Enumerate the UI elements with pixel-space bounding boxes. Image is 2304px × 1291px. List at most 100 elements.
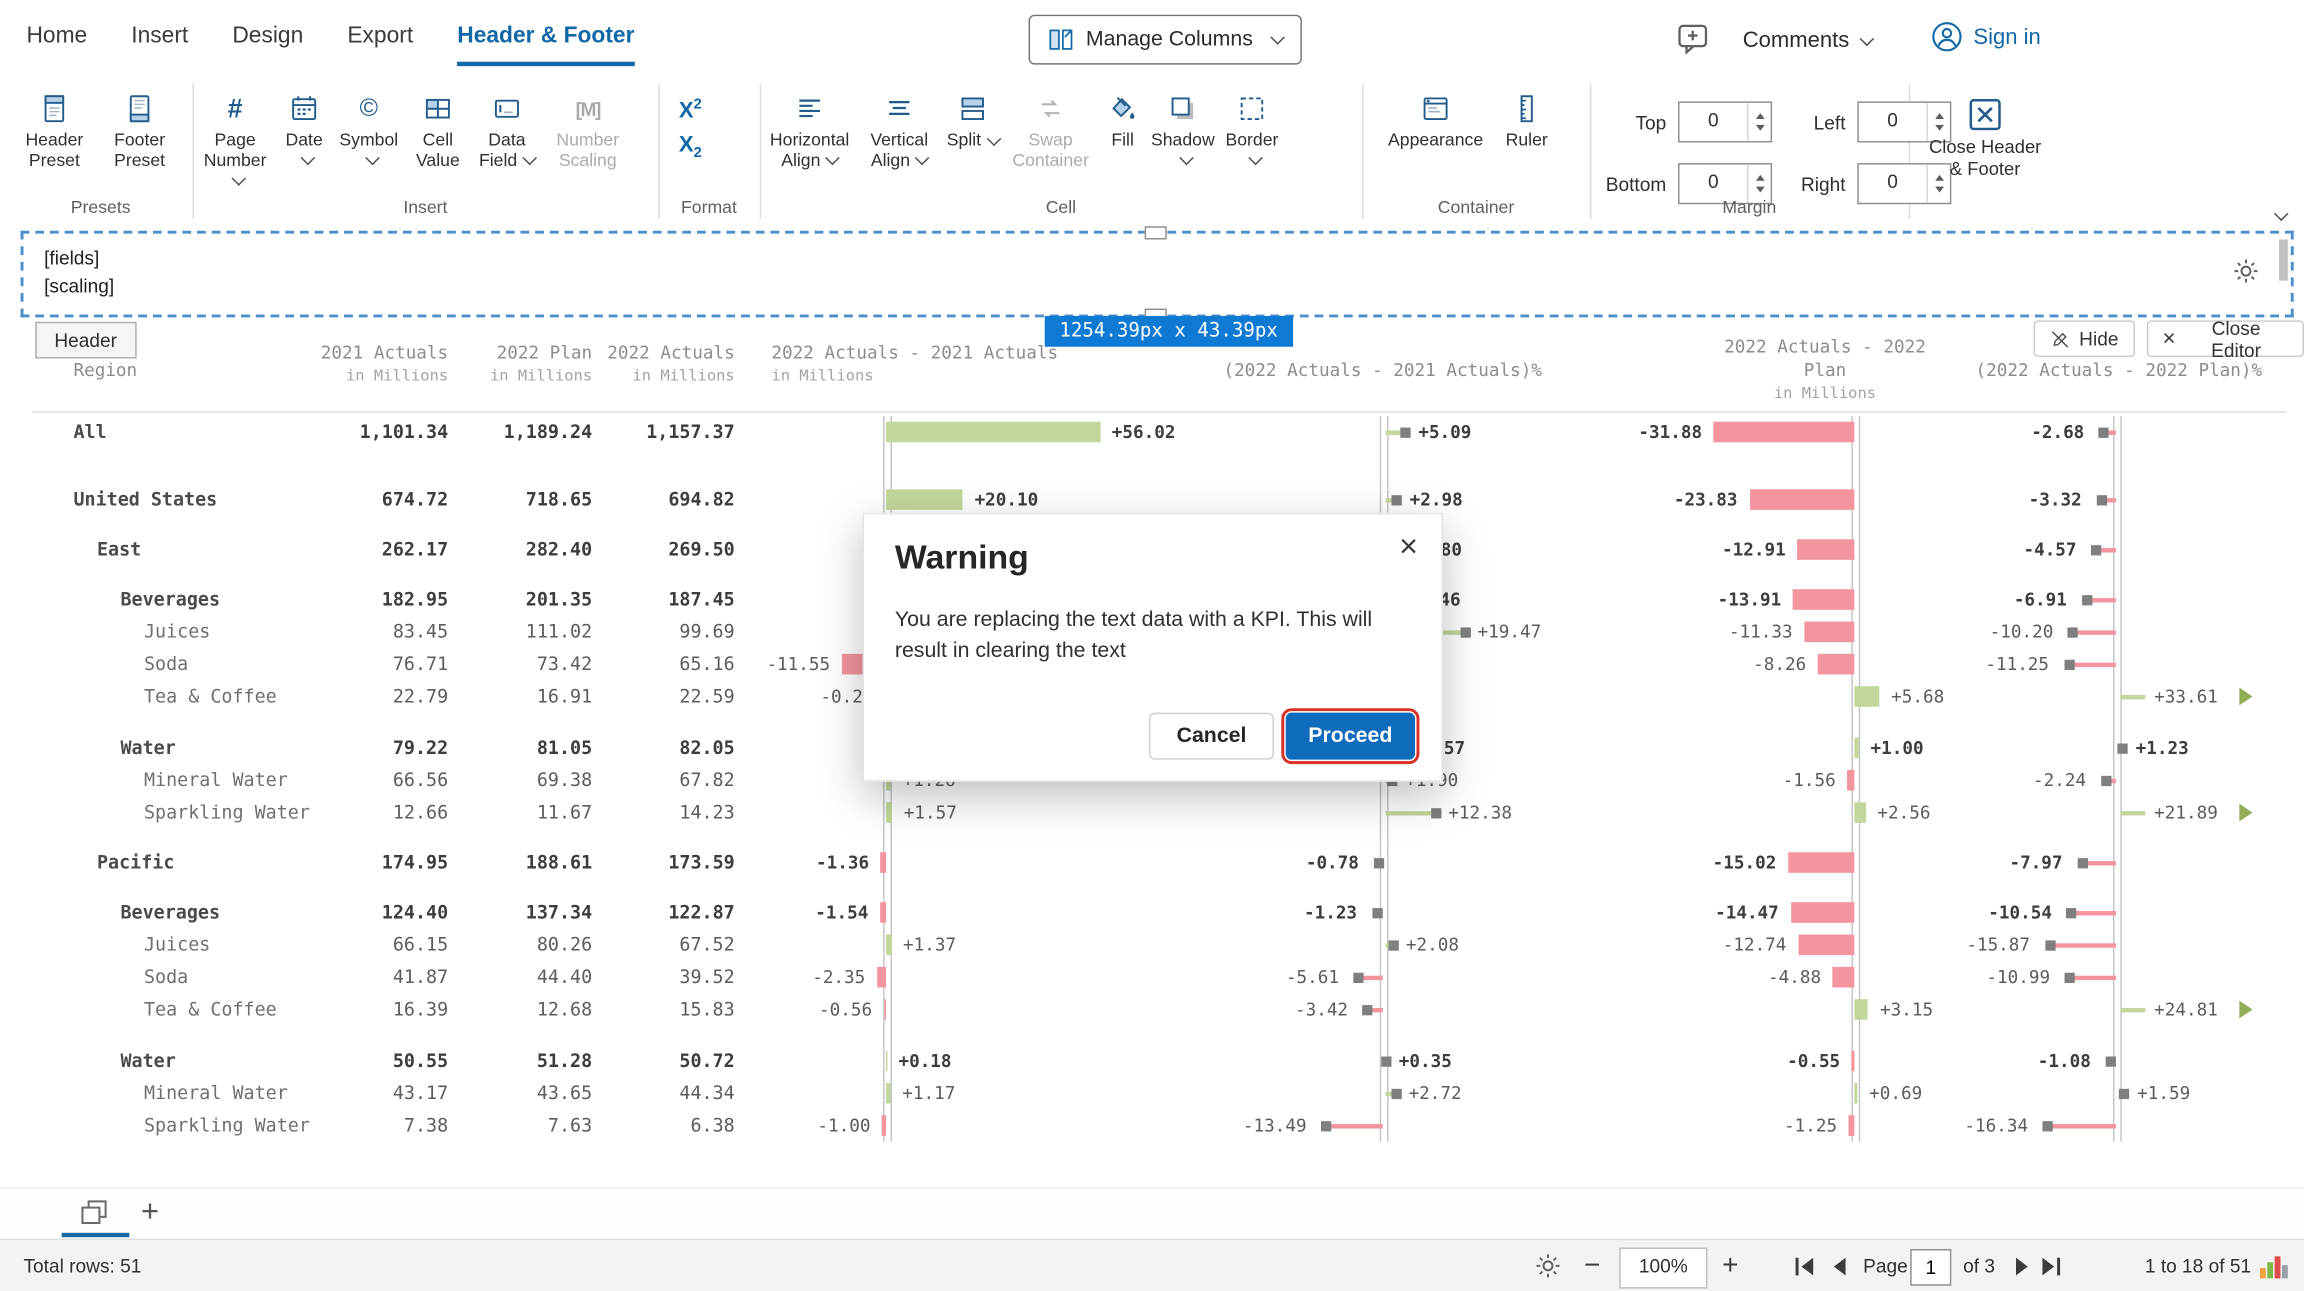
vertical-align-button[interactable]: Vertical Align (857, 84, 942, 171)
pin-value: +1.59 (2137, 1077, 2190, 1109)
chevron-down-icon (826, 151, 841, 166)
swap-container-button[interactable]: Swap Container (1004, 84, 1098, 171)
table-row-beverages[interactable]: Beverages124.40137.34122.87-1.54-1.23-14… (0, 896, 2304, 928)
header-field-fields[interactable]: [fields] (44, 244, 114, 272)
resize-handle-top[interactable] (1145, 226, 1167, 239)
column-header-plan-variance-abs[interactable]: 2022 Actuals - 2022 Planin Millions (1710, 335, 1939, 406)
add-sheet-button[interactable]: + (141, 1198, 159, 1226)
next-page-button[interactable] (2016, 1258, 2028, 1276)
collapse-ribbon-icon[interactable] (2274, 207, 2289, 222)
table-row-sparkling-water[interactable]: Sparkling Water12.6611.6714.23+1.57+12.3… (0, 796, 2304, 828)
footer-preset-button[interactable]: Footer Preset (97, 84, 182, 171)
number-scaling-button[interactable]: [M] Number Scaling (542, 84, 633, 171)
column-header-region[interactable]: Region (73, 359, 137, 383)
close-editor-button[interactable]: × Close Editor (2146, 320, 2304, 357)
ribbon-group-margin: Top 0 Left 0 Bottom 0 Right 0 Margin (1590, 84, 1910, 219)
tab-insert[interactable]: Insert (131, 24, 188, 62)
dialog-close-icon[interactable]: × (1399, 529, 1418, 564)
page-number-button[interactable]: # Page Number (195, 84, 274, 191)
column-header-variance-pct[interactable]: (2022 Actuals - 2021 Actuals)% (1206, 359, 1559, 383)
bar-value: +1.37 (903, 929, 956, 961)
date-button[interactable]: Date (275, 84, 334, 171)
close-icon: × (2163, 328, 2176, 350)
overflow-arrow-icon (2239, 1001, 2252, 1019)
settings-gear-icon[interactable] (1534, 1252, 1562, 1280)
zoom-in-button[interactable]: + (1722, 1252, 1738, 1280)
page-input[interactable] (1910, 1249, 1951, 1286)
cell-value-button[interactable]: Cell Value (404, 84, 472, 171)
pin-marker-icon (1381, 1056, 1391, 1066)
column-header-plan-variance-pct[interactable]: (2022 Actuals - 2022 Plan)% (1954, 359, 2283, 383)
ruler-button[interactable]: Ruler (1494, 84, 1559, 151)
subscript-button[interactable]: X2 (670, 132, 748, 166)
sheet-tab[interactable] (76, 1198, 111, 1229)
variance-bar (881, 852, 886, 873)
table-row-soda[interactable]: Soda41.8744.4039.52-2.35-5.61-4.88-10.99 (0, 961, 2304, 993)
cell-value-icon (423, 87, 452, 131)
vertical-align-icon (885, 87, 914, 131)
variance-bar (1791, 902, 1855, 923)
table-row-pacific[interactable]: Pacific174.95188.61173.59-1.36-0.78-15.0… (0, 846, 2304, 878)
pin-value: +12.38 (1448, 796, 1512, 828)
column-header-2022-actuals[interactable]: 2022 Actualsin Millions (558, 341, 734, 388)
stepper-down-icon[interactable] (1755, 125, 1764, 131)
page-label: Page (1863, 1255, 1908, 1277)
tab-header-footer[interactable]: Header & Footer (457, 24, 634, 67)
fill-button[interactable]: Fill (1098, 84, 1148, 151)
hide-button[interactable]: Hide (2034, 320, 2135, 357)
table-row-juices[interactable]: Juices66.1580.2667.52+1.37+2.08-12.74-15… (0, 929, 2304, 961)
header-settings-gear-icon[interactable] (2232, 257, 2260, 285)
table-row-tea-coffee[interactable]: Tea & Coffee16.3912.6815.83-0.56-3.42+3.… (0, 993, 2304, 1025)
variance-pin (1386, 811, 1437, 815)
bar-value: -4.88 (1689, 961, 1821, 993)
stepper-up-icon[interactable] (1755, 113, 1764, 119)
warning-dialog: Warning × You are replacing the text dat… (863, 513, 1443, 782)
proceed-button[interactable]: Proceed (1286, 713, 1415, 760)
row-label: Mineral Water (144, 1077, 288, 1109)
margin-top-value: 0 (1680, 103, 1748, 141)
table-row-united-states[interactable]: United States674.72718.65694.82+20.10+2.… (0, 483, 2304, 515)
prev-page-button[interactable] (1834, 1258, 1846, 1276)
header-editor-zone[interactable]: [fields] [scaling] (21, 231, 2294, 318)
stepper-down-icon[interactable] (1755, 187, 1764, 193)
header-field-scaling[interactable]: [scaling] (44, 272, 114, 300)
data-field-button[interactable]: Data Field (472, 84, 543, 171)
pin-marker-icon (2106, 1056, 2116, 1066)
tab-export[interactable]: Export (347, 24, 413, 62)
close-header-footer-button[interactable]: Close Header & Footer (1909, 84, 2062, 182)
header-chip[interactable]: Header (35, 322, 136, 359)
zoom-out-button[interactable]: − (1584, 1252, 1600, 1280)
cancel-button[interactable]: Cancel (1149, 713, 1274, 760)
header-preset-button[interactable]: Header Preset (12, 84, 97, 171)
table-row-water[interactable]: Water50.5551.2850.72+0.18+0.35-0.55-1.08 (0, 1045, 2304, 1077)
margin-top-stepper[interactable]: 0 (1678, 101, 1772, 142)
variance-bar (1852, 1051, 1854, 1072)
sign-in-button[interactable]: Sign in (1922, 19, 2050, 54)
superscript-button[interactable]: X2 (670, 93, 748, 124)
chevron-down-icon (232, 171, 247, 186)
symbol-button[interactable]: © Symbol (334, 84, 405, 171)
chevron-down-icon (1248, 151, 1263, 166)
manage-columns-button[interactable]: Manage Columns (1029, 15, 1302, 65)
table-row-mineral-water[interactable]: Mineral Water43.1743.6544.34+1.17+2.72+0… (0, 1077, 2304, 1109)
margin-top-label: Top (1599, 111, 1667, 133)
zoom-level[interactable]: 100% (1619, 1248, 1707, 1289)
variance-bar (1854, 1083, 1857, 1104)
editor-scrollbar[interactable] (2279, 240, 2288, 281)
table-row-all[interactable]: All1,101.341,189.241,157.37+56.02+5.09-3… (0, 416, 2304, 448)
column-header-variance-abs[interactable]: 2022 Actuals - 2021 Actualsin Millions (771, 341, 1058, 388)
add-comment-button[interactable] (1675, 21, 1710, 56)
table-row-sparkling-water[interactable]: Sparkling Water7.387.636.38-1.00-13.49-1… (0, 1109, 2304, 1141)
bar-value: -11.55 (698, 648, 830, 680)
tab-home[interactable]: Home (26, 24, 87, 62)
pin-value: +24.81 (2154, 993, 2218, 1025)
appearance-button[interactable]: Appearance (1377, 84, 1495, 151)
horizontal-align-button[interactable]: Horizontal Align (763, 84, 857, 171)
tab-design[interactable]: Design (232, 24, 303, 62)
border-button[interactable]: Border (1218, 84, 1286, 171)
stepper-up-icon[interactable] (1755, 175, 1764, 181)
comments-button[interactable]: Comments (1734, 26, 1880, 54)
split-button[interactable]: Split (942, 84, 1004, 151)
shadow-button[interactable]: Shadow (1148, 84, 1219, 171)
bar-value: +2.56 (1877, 796, 1930, 828)
